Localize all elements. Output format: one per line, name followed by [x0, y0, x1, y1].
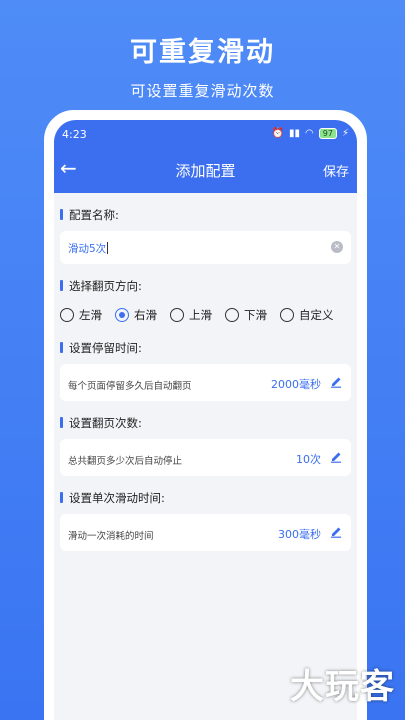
radio-button-selected[interactable] — [115, 308, 129, 322]
status-bar: 4:23 ⏰ ▮▮ ◠ 97 ⚡ — [54, 120, 357, 148]
stay-time-card[interactable]: 每个页面停留多久后自动翻页 2000毫秒 — [60, 364, 351, 401]
stay-time-value: 2000毫秒 — [271, 378, 321, 391]
signal-icon: ▮▮ — [289, 128, 301, 139]
clear-icon[interactable]: ✕ — [331, 241, 343, 253]
phone-frame: 4:23 ⏰ ▮▮ ◠ 97 ⚡ ← 添加配置 保存 配置名称: 滑动5次 ✕ … — [44, 110, 367, 720]
radio-label: 上滑 — [189, 308, 212, 322]
alarm-off-icon: ⏰ — [271, 128, 285, 139]
radio-right[interactable]: 右滑 — [115, 307, 157, 323]
radio-button[interactable] — [225, 308, 239, 322]
config-name-input[interactable]: 滑动5次 — [68, 241, 109, 256]
stay-time-desc: 每个页面停留多久后自动翻页 — [68, 381, 192, 392]
swipe-time-desc: 滑动一次消耗的时间 — [68, 531, 154, 542]
page-count-card[interactable]: 总共翻页多少次后自动停止 10次 — [60, 439, 351, 476]
status-icons: ⏰ ▮▮ ◠ 97 ⚡ — [272, 128, 349, 139]
radio-label: 自定义 — [299, 308, 334, 322]
radio-up[interactable]: 上滑 — [170, 307, 212, 323]
config-name-value: 滑动5次 — [68, 243, 107, 255]
radio-button[interactable] — [280, 308, 294, 322]
wifi-icon: ◠ — [305, 128, 314, 139]
app-screen: 4:23 ⏰ ▮▮ ◠ 97 ⚡ ← 添加配置 保存 配置名称: 滑动5次 ✕ … — [54, 120, 357, 720]
page-count-label: 设置翻页次数: — [60, 415, 357, 431]
battery-icon: 97 — [318, 128, 337, 139]
radio-label: 左滑 — [79, 308, 102, 322]
promo-title: 可重复滑动 — [130, 37, 275, 68]
status-time: 4:23 — [62, 128, 87, 141]
radio-down[interactable]: 下滑 — [225, 307, 267, 323]
page-title: 添加配置 — [175, 162, 236, 180]
direction-radio-group: 左滑 右滑 上滑 下滑 自定义 — [60, 304, 357, 326]
top-bar: 4:23 ⏰ ▮▮ ◠ 97 ⚡ ← 添加配置 保存 — [54, 120, 357, 193]
save-button[interactable]: 保存 — [323, 161, 349, 180]
swipe-time-card[interactable]: 滑动一次消耗的时间 300毫秒 — [60, 514, 351, 551]
radio-left[interactable]: 左滑 — [60, 307, 102, 323]
edit-icon[interactable] — [329, 524, 343, 538]
edit-icon[interactable] — [329, 449, 343, 463]
radio-custom[interactable]: 自定义 — [280, 307, 334, 323]
config-name-label: 配置名称: — [60, 207, 357, 223]
edit-icon[interactable] — [329, 374, 343, 388]
radio-label: 右滑 — [134, 308, 157, 322]
config-name-field[interactable]: 滑动5次 ✕ — [60, 231, 351, 264]
text-caret — [107, 242, 109, 254]
radio-button[interactable] — [170, 308, 184, 322]
page-count-desc: 总共翻页多少次后自动停止 — [68, 456, 183, 467]
radio-label: 下滑 — [244, 308, 267, 322]
radio-button[interactable] — [60, 308, 74, 322]
direction-label: 选择翻页方向: — [60, 278, 357, 294]
watermark-logo: 大玩客 — [290, 667, 395, 707]
swipe-time-label: 设置单次滑动时间: — [60, 490, 357, 506]
stay-time-label: 设置停留时间: — [60, 340, 357, 356]
promo-subtitle: 可设置重复滑动次数 — [130, 82, 275, 100]
swipe-time-value: 300毫秒 — [278, 528, 321, 541]
page-count-value: 10次 — [296, 453, 321, 466]
charging-icon: ⚡ — [341, 128, 349, 139]
nav-bar: ← 添加配置 保存 — [54, 148, 357, 193]
